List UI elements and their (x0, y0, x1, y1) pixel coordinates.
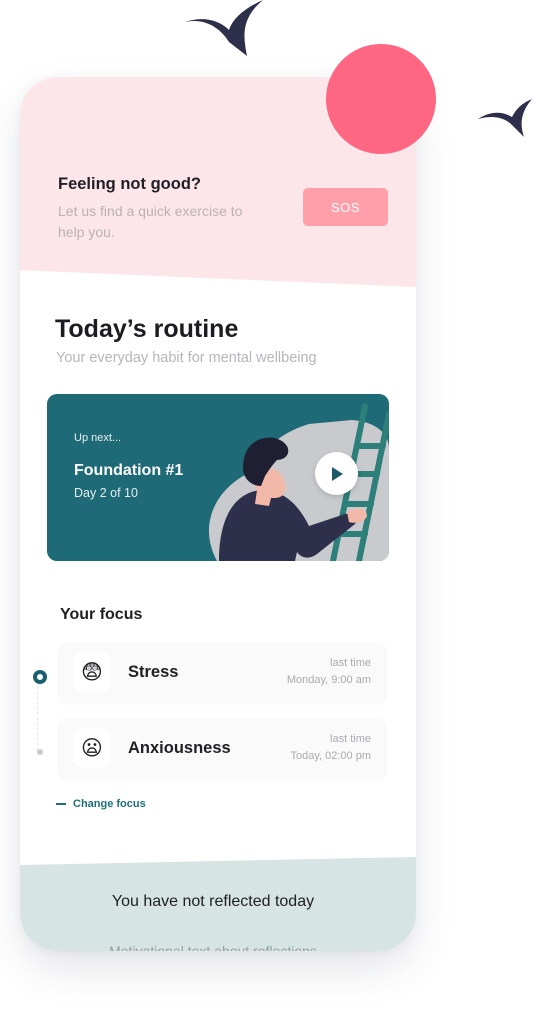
minus-icon (56, 803, 66, 805)
bird-decoration-icon (478, 99, 532, 137)
focus-item-label: Stress (128, 663, 179, 681)
sos-title: Feeling not good? (58, 175, 201, 193)
reflection-title: You have not reflected today (111, 893, 315, 910)
play-icon (331, 466, 343, 481)
sos-subtitle: Let us find a quick exercise to help you… (58, 203, 243, 240)
frowning-face-icon: 😦 (73, 729, 111, 767)
focus-item-last-time: Monday, 9:00 am (286, 674, 371, 686)
video-progress: Day 2 of 10 (74, 486, 138, 500)
page-subtitle: Your everyday habit for mental wellbeing (56, 350, 317, 366)
bird-decoration-icon (185, 0, 263, 56)
timeline-connector (37, 681, 38, 751)
sos-button[interactable]: SOS (303, 188, 388, 226)
play-button[interactable] (315, 452, 358, 495)
focus-item-stress[interactable]: 😨 Stress last time Monday, 9:00 am (57, 642, 387, 705)
page-title: Today’s routine (55, 315, 239, 343)
video-title: Foundation #1 (74, 462, 184, 479)
decorative-circle (326, 44, 436, 154)
focus-item-anxiousness[interactable]: 😦 Anxiousness last time Today, 02:00 pm (57, 718, 387, 781)
focus-item-meta-label: last time (330, 657, 371, 669)
reflection-subtitle: Motivational text about reflections (109, 943, 317, 951)
focus-item-meta-label: last time (330, 733, 371, 745)
fearful-face-icon: 😨 (73, 653, 111, 691)
change-focus-link[interactable]: Change focus (56, 798, 146, 810)
timeline-dot-active (33, 670, 47, 684)
change-focus-label: Change focus (73, 798, 146, 810)
focus-item-last-time: Today, 02:00 pm (290, 750, 371, 762)
up-next-video-card[interactable]: Up next... Foundation #1 Day 2 of 10 (47, 394, 389, 561)
up-next-label: Up next... (74, 432, 122, 444)
phone-screen: Feeling not good? Let us find a quick ex… (20, 77, 416, 951)
focus-item-label: Anxiousness (128, 739, 231, 757)
focus-section-title: Your focus (60, 606, 143, 623)
timeline-dot (37, 749, 43, 755)
